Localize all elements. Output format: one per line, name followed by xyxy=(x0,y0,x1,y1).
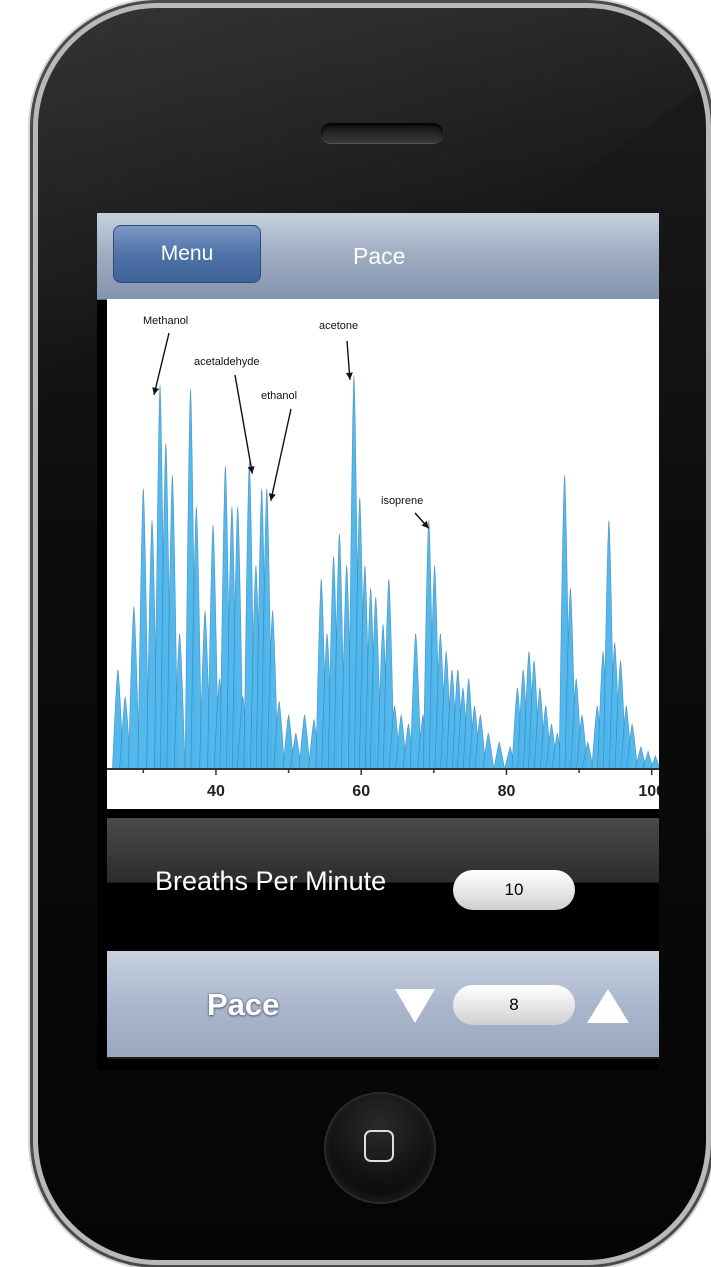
annotation-arrow-line xyxy=(270,408,292,501)
peak-annotation-label: acetaldehyde xyxy=(194,356,259,368)
breaths-per-minute-panel: Breaths Per Minute 10 xyxy=(107,818,659,946)
earpiece-speaker xyxy=(321,123,443,143)
page-title: Pace xyxy=(353,243,406,269)
menu-button[interactable]: Menu xyxy=(113,225,261,283)
pace-value: 8 xyxy=(453,985,575,1025)
chart-peak xyxy=(493,741,506,770)
decrease-pace-arrow-icon[interactable] xyxy=(395,989,435,1023)
breaths-per-minute-value: 10 xyxy=(453,870,575,910)
screen: Menu Pace 40 60 80 100 Methanol acetaldehyde e… xyxy=(97,213,659,1070)
pace-panel: Pace 8 xyxy=(107,951,659,1059)
peak-annotation-label: isoprene xyxy=(381,495,423,507)
x-axis-tick-label: 40 xyxy=(207,783,225,800)
home-button[interactable] xyxy=(326,1094,434,1202)
annotation-arrow-line xyxy=(153,332,170,395)
annotation-arrow-head xyxy=(345,372,353,380)
x-axis-tick-label: 100 xyxy=(638,783,659,800)
increase-pace-arrow-icon[interactable] xyxy=(587,989,629,1023)
x-axis-tick-label: 60 xyxy=(352,783,370,800)
annotation-arrow-head xyxy=(268,493,276,501)
navigation-bar: Menu Pace xyxy=(97,213,659,300)
chart-peak xyxy=(298,714,311,770)
peak-annotation-label: acetone xyxy=(319,320,358,332)
x-axis-tick-label: 80 xyxy=(498,783,516,800)
peak-annotation-label: ethanol xyxy=(261,390,297,402)
chart-peak xyxy=(128,606,140,770)
annotation-arrow-line xyxy=(234,374,254,474)
annotation-arrow-head xyxy=(152,387,160,395)
home-square-icon xyxy=(364,1130,394,1162)
peak-annotation-label: Methanol xyxy=(143,315,188,327)
pace-label: Pace xyxy=(207,987,280,1022)
phone-frame: Menu Pace 40 60 80 100 Methanol acetaldehyde e… xyxy=(38,8,706,1260)
chromatogram-chart: 40 60 80 100 Methanol acetaldehyde ethanol acet… xyxy=(107,299,659,809)
breaths-per-minute-label: Breaths Per Minute xyxy=(155,866,387,896)
chart-svg: 40 60 80 100 Methanol acetaldehyde ethanol acet… xyxy=(107,315,659,800)
